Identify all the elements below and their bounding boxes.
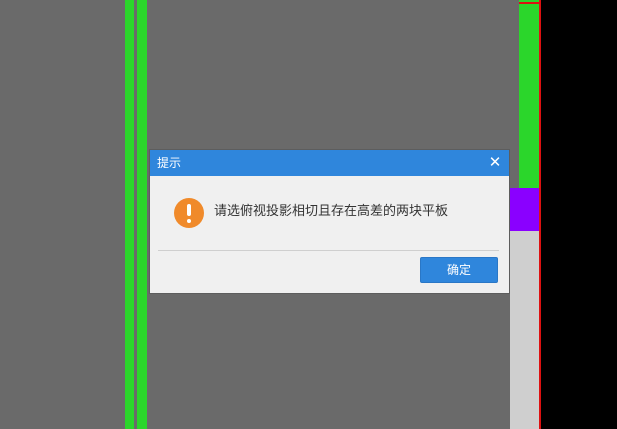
- dialog-divider: [158, 250, 499, 251]
- cad-green-strip: [137, 0, 147, 429]
- warning-icon-dot: [187, 219, 191, 223]
- cad-gray-block: [510, 231, 540, 429]
- cad-red-tick: [519, 2, 540, 4]
- dialog-content: 请选俯视投影相切且存在高差的两块平板 确定: [150, 176, 509, 293]
- dialog-title: 提示: [157, 156, 182, 170]
- cad-green-strip: [125, 0, 134, 429]
- dialog-titlebar: 提示 ✕: [150, 150, 509, 176]
- ok-button[interactable]: 确定: [420, 257, 498, 283]
- warning-icon: [174, 198, 204, 228]
- dialog-message: 请选俯视投影相切且存在高差的两块平板: [214, 204, 449, 219]
- message-dialog: 提示 ✕ 请选俯视投影相切且存在高差的两块平板 确定: [150, 150, 509, 293]
- close-icon[interactable]: ✕: [488, 154, 502, 170]
- cad-purple-block: [510, 188, 540, 231]
- cad-black-region: [541, 0, 617, 429]
- warning-icon-bar: [187, 204, 191, 216]
- cad-green-strip: [519, 0, 540, 188]
